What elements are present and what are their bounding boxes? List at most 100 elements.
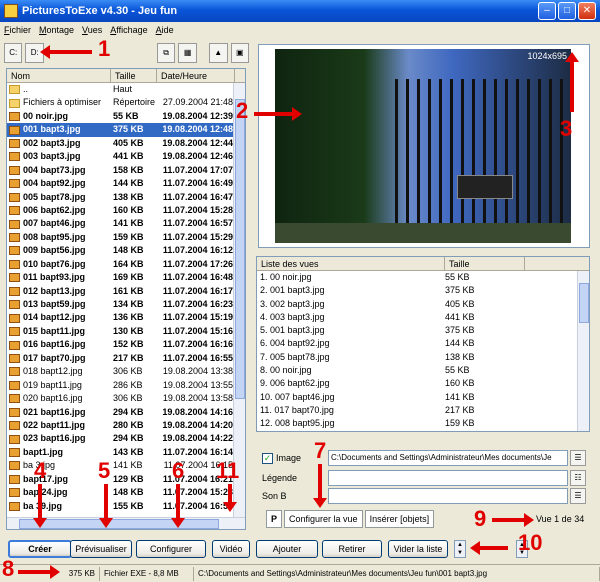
- legende-field[interactable]: [328, 470, 568, 486]
- menu-aide[interactable]: Aide: [156, 25, 174, 35]
- new-folder-icon[interactable]: ▣: [230, 43, 249, 63]
- tab-p[interactable]: P: [266, 510, 283, 528]
- column-header-slide-size[interactable]: Taille: [445, 257, 525, 270]
- slide-name: 6. 004 bapt92.jpg: [260, 338, 330, 349]
- tab-configure-view[interactable]: Configurer la vue: [284, 510, 363, 528]
- file-row[interactable]: 014 bapt12.jpg 136 KB 11.07.2004 15:19: [7, 311, 245, 324]
- add-button[interactable]: Ajouter: [256, 540, 318, 558]
- menu-affichage[interactable]: Affichage: [110, 25, 147, 35]
- column-header-slides[interactable]: Liste des vues: [257, 257, 445, 270]
- annotation-7: 7: [314, 438, 327, 463]
- son-field[interactable]: [328, 488, 568, 504]
- file-size: 158 KB: [113, 164, 144, 175]
- minimize-button[interactable]: –: [538, 2, 556, 20]
- slide-row[interactable]: 2. 001 bapt3.jpg 375 KB: [257, 284, 589, 297]
- file-row[interactable]: 010 bapt76.jpg 164 KB 11.07.2004 17:26: [7, 258, 245, 271]
- file-row[interactable]: Fichiers à optimiser Répertoire 27.09.2004…: [7, 96, 245, 109]
- file-row[interactable]: .. Haut: [7, 83, 245, 96]
- slide-row[interactable]: 9. 006 bapt62.jpg 160 KB: [257, 377, 589, 390]
- file-row[interactable]: 004 bapt73.jpg 158 KB 11.07.2004 17:07: [7, 164, 245, 177]
- folder-up-icon[interactable]: ▲: [209, 43, 228, 63]
- scroll-thumb[interactable]: [19, 519, 219, 529]
- slide-row[interactable]: 11. 017 bapt70.jpg 217 KB: [257, 404, 589, 417]
- reorder-spinner[interactable]: ▲ ▼: [454, 540, 466, 558]
- slide-name: 2. 001 bapt3.jpg: [260, 285, 325, 296]
- file-row[interactable]: 00 noir.jpg 55 KB 19.08.2004 12:39: [7, 110, 245, 123]
- image-file-icon: [9, 138, 20, 148]
- file-row[interactable]: 021 bapt16.jpg 294 KB 19.08.2004 14:16: [7, 406, 245, 419]
- drive-c-icon[interactable]: C:: [4, 43, 23, 63]
- slide-row[interactable]: 3. 002 bapt3.jpg 405 KB: [257, 298, 589, 311]
- image-path-field[interactable]: C:\Documents and Settings\Administrateur…: [328, 450, 568, 466]
- file-row[interactable]: 003 bapt3.jpg 441 KB 19.08.2004 12:46: [7, 150, 245, 163]
- file-row[interactable]: 019 bapt11.jpg 286 KB 19.08.2004 13:55: [7, 379, 245, 392]
- image-file-icon: [9, 286, 20, 296]
- slide-row[interactable]: 4. 003 bapt3.jpg 441 KB: [257, 311, 589, 324]
- file-row[interactable]: 017 bapt70.jpg 217 KB 11.07.2004 16:55: [7, 352, 245, 365]
- file-row[interactable]: 011 bapt93.jpg 169 KB 11.07.2004 16:48: [7, 271, 245, 284]
- slide-size: 405 KB: [445, 298, 475, 309]
- tab-insert-objects[interactable]: Insérer [objets]: [364, 510, 435, 528]
- image-file-icon: [9, 273, 20, 283]
- file-row[interactable]: bap 24.jpg 148 KB 11.07.2004 15:23: [7, 486, 245, 499]
- file-row[interactable]: ba 39.jpg 155 KB 11.07.2004 16:53: [7, 500, 245, 513]
- file-row[interactable]: 001 bapt3.jpg 375 KB 19.08.2004 12:48: [7, 123, 245, 137]
- file-row[interactable]: 006 bapt62.jpg 160 KB 11.07.2004 15:28: [7, 204, 245, 217]
- browse-image-icon[interactable]: ☰: [570, 450, 586, 466]
- properties-icon[interactable]: ▦: [178, 43, 197, 63]
- scroll-thumb[interactable]: [579, 283, 589, 323]
- create-button[interactable]: Créer: [8, 540, 72, 558]
- edit-caption-icon[interactable]: ☷: [570, 470, 586, 486]
- menu-montage[interactable]: Montage: [39, 25, 74, 35]
- file-row[interactable]: 012 bapt13.jpg 161 KB 11.07.2004 16:17: [7, 285, 245, 298]
- scroll-thumb[interactable]: [235, 99, 245, 399]
- file-name: 014 bapt12.jpg: [23, 312, 86, 323]
- file-row[interactable]: 004 bapt92.jpg 144 KB 11.07.2004 16:49: [7, 177, 245, 190]
- browse-sound-icon[interactable]: ☰: [570, 488, 586, 504]
- son-label: Son B: [262, 491, 287, 501]
- file-date: 11.07.2004 15:23: [162, 487, 233, 498]
- menu-fichier[interactable]: Fichier: [4, 25, 31, 35]
- file-row[interactable]: 022 bapt11.jpg 280 KB 19.08.2004 14:20: [7, 419, 245, 432]
- file-row[interactable]: 009 bapt56.jpg 148 KB 11.07.2004 16:12: [7, 244, 245, 257]
- copy-icon[interactable]: ⧉: [156, 43, 176, 63]
- slide-row[interactable]: 1. 00 noir.jpg 55 KB: [257, 271, 589, 284]
- file-row[interactable]: 008 bapt95.jpg 159 KB 11.07.2004 15:29: [7, 231, 245, 244]
- slide-row[interactable]: 12. 008 bapt95.jpg 159 KB: [257, 417, 589, 430]
- file-size: 294 KB: [113, 406, 144, 417]
- file-name: 009 bapt56.jpg: [23, 245, 86, 256]
- image-checkbox[interactable]: ✓: [262, 452, 273, 464]
- file-row[interactable]: 002 bapt3.jpg 405 KB 19.08.2004 12:44: [7, 137, 245, 150]
- slide-row[interactable]: 6. 004 bapt92.jpg 144 KB: [257, 337, 589, 350]
- file-row[interactable]: 018 bapt12.jpg 306 KB 19.08.2004 13:38: [7, 365, 245, 378]
- annotation-arrow-1: [40, 45, 92, 59]
- maximize-button[interactable]: □: [558, 2, 576, 20]
- preview-button[interactable]: Prévisualiser: [70, 540, 132, 558]
- slide-row[interactable]: 5. 001 bapt3.jpg 375 KB: [257, 324, 589, 337]
- file-row[interactable]: 007 bapt46.jpg 141 KB 11.07.2004 16:57: [7, 217, 245, 230]
- remove-button[interactable]: Retirer: [322, 540, 382, 558]
- slide-row[interactable]: 10. 007 bapt46.jpg 141 KB: [257, 391, 589, 404]
- file-row[interactable]: 016 bapt16.jpg 152 KB 11.07.2004 16:16: [7, 338, 245, 351]
- close-button[interactable]: ✕: [578, 2, 596, 20]
- column-header-name[interactable]: Nom: [7, 69, 111, 82]
- file-row[interactable]: 005 bapt78.jpg 138 KB 11.07.2004 16:47: [7, 191, 245, 204]
- file-row[interactable]: 023 bapt16.jpg 294 KB 19.08.2004 14:22: [7, 432, 245, 445]
- menu-vues[interactable]: Vues: [82, 25, 102, 35]
- file-row[interactable]: 013 bapt59.jpg 134 KB 11.07.2004 16:23: [7, 298, 245, 311]
- column-header-date[interactable]: Date/Heure: [157, 69, 235, 82]
- slide-row[interactable]: 8. 00 noir.jpg 55 KB: [257, 364, 589, 377]
- column-header-size[interactable]: Taille: [111, 69, 157, 82]
- file-list-vscroll[interactable]: [233, 83, 245, 517]
- file-row[interactable]: 015 bapt11.jpg 130 KB 11.07.2004 15:16: [7, 325, 245, 338]
- file-size: 141 KB: [113, 460, 143, 471]
- configure-button[interactable]: Configurer: [136, 540, 206, 558]
- video-button[interactable]: Vidéo: [212, 540, 250, 558]
- file-row[interactable]: 020 bapt16.jpg 306 KB 19.08.2004 13:58: [7, 392, 245, 405]
- file-name: 012 bapt13.jpg: [23, 285, 86, 296]
- slide-list-vscroll[interactable]: [577, 271, 589, 431]
- image-file-icon: [9, 233, 20, 243]
- slide-list[interactable]: Liste des vues Taille 1. 00 noir.jpg 55 K…: [256, 256, 590, 432]
- clear-list-button[interactable]: Vider la liste: [388, 540, 448, 558]
- slide-row[interactable]: 7. 005 bapt78.jpg 138 KB: [257, 351, 589, 364]
